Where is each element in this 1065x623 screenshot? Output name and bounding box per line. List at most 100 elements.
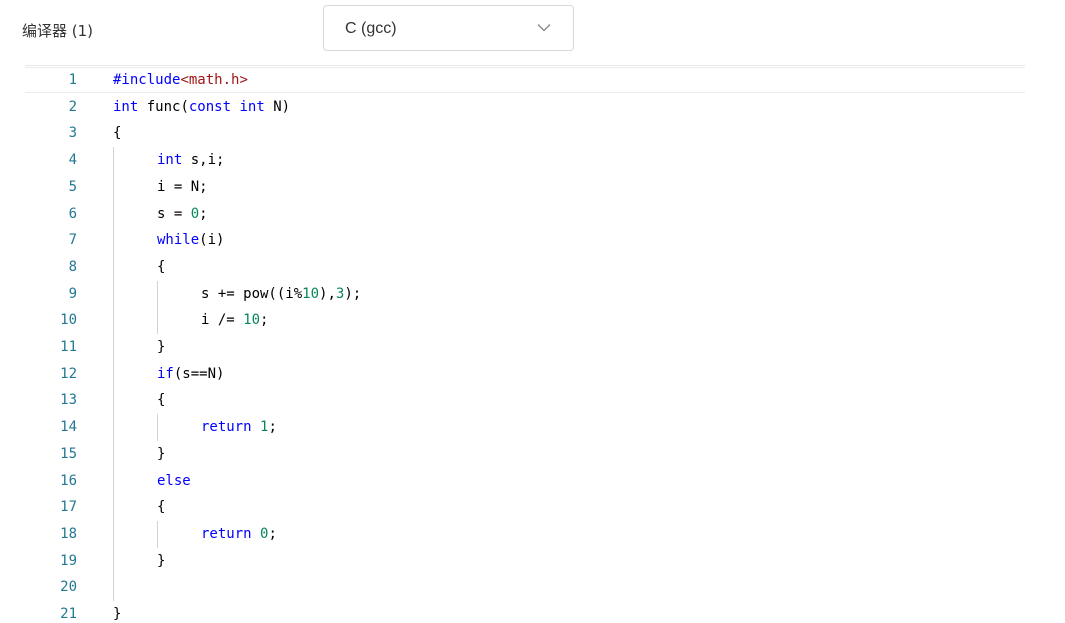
line-number: 2 <box>68 98 77 115</box>
line-number: 14 <box>60 419 77 436</box>
code-line[interactable]: 11} <box>25 334 1025 360</box>
line-number: 1 <box>68 72 77 88</box>
code-line[interactable]: 17 { <box>25 494 1025 520</box>
code-line[interactable]: 3{ <box>25 120 1025 146</box>
code-text: return 0; <box>201 521 277 547</box>
code-token: ), <box>319 285 336 302</box>
code-line[interactable]: 8{ <box>25 254 1025 280</box>
code-token: func( <box>138 98 189 115</box>
line-number: 4 <box>68 152 77 169</box>
code-text: while(i) <box>157 227 224 253</box>
line-number: 18 <box>60 525 77 542</box>
line-number: 6 <box>68 205 77 222</box>
code-token: { <box>157 258 166 275</box>
line-number: 9 <box>68 285 77 302</box>
code-line[interactable]: 14 return 1; <box>25 414 1025 440</box>
line-number: 11 <box>60 339 77 355</box>
code-text: { <box>157 254 165 280</box>
line-number: 5 <box>68 178 77 195</box>
indent-guide <box>157 280 158 334</box>
line-number: 21 <box>60 606 77 622</box>
code-token: int <box>239 98 265 115</box>
code-token: { <box>113 125 122 142</box>
code-text: i /= 10; <box>201 307 268 333</box>
code-line[interactable]: 2 int func(const int N) <box>25 94 1025 120</box>
line-number: 12 <box>60 365 77 382</box>
code-token: 0 <box>190 205 200 222</box>
code-token: } <box>113 606 122 622</box>
indent-guide <box>113 147 114 601</box>
code-line[interactable]: 10 i /= 10; <box>25 307 1025 333</box>
line-number: 17 <box>60 499 77 516</box>
code-text: } <box>157 441 165 467</box>
code-line[interactable]: 18 return 0; <box>25 521 1025 547</box>
code-token: int <box>113 98 139 115</box>
code-token: N) <box>264 98 291 115</box>
code-token: } <box>157 445 166 462</box>
code-line[interactable]: 5 i = N; <box>25 174 1025 200</box>
code-token: while <box>157 232 200 249</box>
code-token: if <box>157 365 174 382</box>
code-text: { <box>113 120 121 146</box>
code-line[interactable]: 16 else <box>25 468 1025 494</box>
code-token: #include <box>113 72 181 88</box>
compiler-label: 编译器 (1) <box>22 22 94 40</box>
code-line[interactable]: 21} <box>25 601 1025 623</box>
code-token: return <box>201 525 252 542</box>
line-number: 16 <box>60 472 77 489</box>
code-line[interactable]: 1 #include<math.h> <box>25 67 1025 93</box>
code-token: <math.h> <box>180 72 248 88</box>
code-token: ); <box>344 285 362 302</box>
code-token: { <box>157 499 166 516</box>
line-number: 20 <box>60 579 77 596</box>
code-editor[interactable]: 1 #include<math.h> 2 int func(const int N) 3… <box>25 65 1025 623</box>
code-token: (s==N) <box>173 365 225 382</box>
line-number: 7 <box>68 232 77 249</box>
code-text: int s,i; <box>157 147 224 173</box>
code-text: s += pow((i%10),3); <box>201 281 361 307</box>
compiler-select[interactable]: C (gcc) <box>323 5 574 51</box>
code-token: const <box>188 98 232 115</box>
code-token: 10 <box>302 285 320 302</box>
code-token: return <box>201 419 252 436</box>
indent-guide <box>157 414 158 441</box>
code-line[interactable]: 7 while(i) <box>25 227 1025 253</box>
indent-guide <box>157 520 158 548</box>
code-text: } <box>157 548 165 574</box>
code-line[interactable]: 6 s = 0; <box>25 201 1025 227</box>
code-text: else <box>157 468 191 494</box>
code-token: } <box>157 552 166 569</box>
code-text: int func(const int N) <box>113 94 290 120</box>
code-text: s = 0; <box>157 201 208 227</box>
line-number: 3 <box>68 125 77 142</box>
code-line[interactable]: 19} <box>25 548 1025 574</box>
code-token: i = N; <box>157 178 208 195</box>
code-token: ; <box>268 419 277 436</box>
code-token: s += pow((i% <box>201 285 303 302</box>
code-text: return 1; <box>201 414 277 440</box>
compiler-select-value: C (gcc) <box>345 20 397 37</box>
code-token: i /= <box>201 312 244 329</box>
line-number: 19 <box>60 552 77 569</box>
code-line[interactable]: 20 <box>25 574 1025 600</box>
code-token: ; <box>260 312 269 329</box>
code-token: s = <box>157 205 191 222</box>
line-number: 13 <box>60 392 77 409</box>
code-token: (i) <box>199 232 225 249</box>
code-token: ; <box>268 525 277 542</box>
chevron-down-icon <box>537 24 551 32</box>
code-line[interactable]: 13 { <box>25 387 1025 413</box>
code-token: int <box>157 152 183 169</box>
code-token: { <box>157 392 166 409</box>
code-text: { <box>157 387 165 413</box>
code-line[interactable]: 9 s += pow((i%10),3); <box>25 281 1025 307</box>
code-line[interactable]: 4 int s,i; <box>25 147 1025 173</box>
code-token: s,i; <box>182 152 225 169</box>
code-text: if(s==N) <box>157 361 224 387</box>
code-line[interactable]: 12 if(s==N) <box>25 361 1025 387</box>
code-line[interactable]: 15} <box>25 441 1025 467</box>
code-token: ; <box>199 205 208 222</box>
code-token: else <box>157 472 191 489</box>
